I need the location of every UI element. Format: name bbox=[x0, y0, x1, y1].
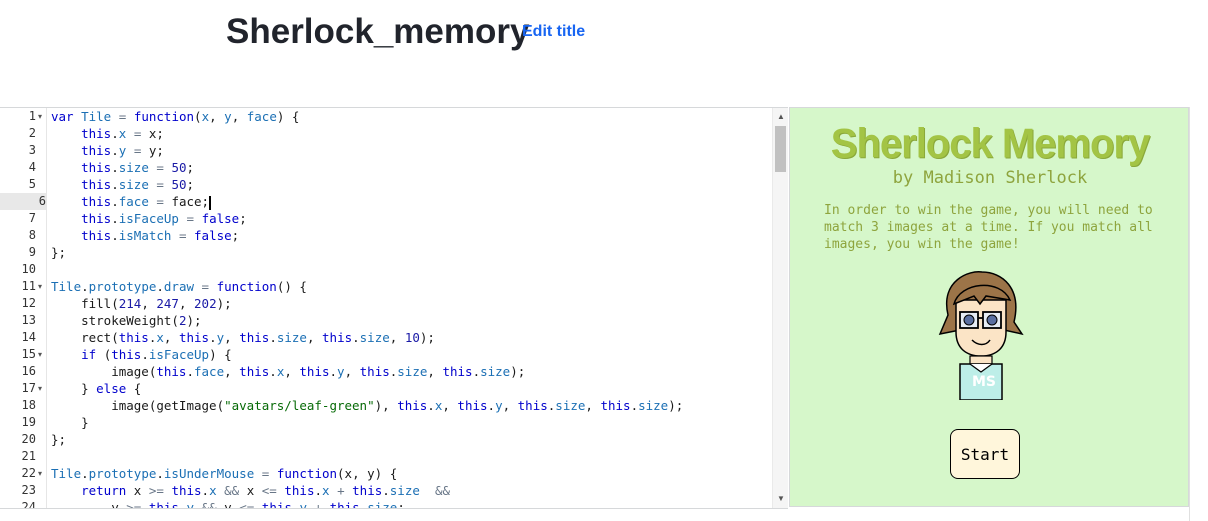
line-number: 19 bbox=[21, 415, 36, 429]
line-number: 23 bbox=[21, 483, 36, 497]
code-line[interactable]: y >= this.y && y <= this.y + this.size; bbox=[51, 499, 405, 508]
line-number: 6 bbox=[0, 193, 46, 210]
line-number: 16 bbox=[21, 364, 36, 378]
game-title: Sherlock Memory bbox=[830, 120, 1150, 168]
fold-arrow-icon[interactable]: ▾ bbox=[38, 465, 42, 482]
code-line[interactable]: this.face = face; bbox=[51, 193, 211, 210]
code-line[interactable]: } else { bbox=[51, 380, 141, 397]
line-number: 10 bbox=[21, 262, 36, 276]
code-line[interactable]: Tile.prototype.isUnderMouse = function(x… bbox=[51, 465, 397, 482]
line-number: 12 bbox=[21, 296, 36, 310]
line-number: 22 bbox=[21, 466, 36, 480]
line-number: 13 bbox=[21, 313, 36, 327]
line-number: 20 bbox=[21, 432, 36, 446]
code-line[interactable]: strokeWeight(2); bbox=[51, 312, 201, 329]
program-output-canvas[interactable]: Sherlock Memory by Madison Sherlock In o… bbox=[789, 107, 1189, 507]
code-area[interactable]: var Tile = function(x, y, face) { this.x… bbox=[46, 108, 770, 508]
code-line[interactable]: return x >= this.x && x <= this.x + this… bbox=[51, 482, 450, 499]
page-title: Sherlock_memory bbox=[226, 12, 530, 51]
header: Sherlock_memory Edit title bbox=[0, 0, 1208, 100]
game-subtitle: by Madison Sherlock bbox=[892, 168, 1088, 188]
line-number: 21 bbox=[21, 449, 36, 463]
divider bbox=[1189, 107, 1190, 521]
code-line[interactable]: image(this.face, this.x, this.y, this.si… bbox=[51, 363, 525, 380]
fold-arrow-icon[interactable]: ▾ bbox=[38, 108, 42, 125]
line-number-gutter: 1 ▾ 2 3 4 5 6 7 8 9 10 11 ▾ 12 13 14 15 ▾ 16 17 ▾ 18 19 20 21 22 ▾… bbox=[0, 108, 47, 508]
code-line[interactable]: rect(this.x, this.y, this.size, this.siz… bbox=[51, 329, 435, 346]
code-line[interactable]: } bbox=[51, 414, 89, 431]
code-line[interactable]: if (this.isFaceUp) { bbox=[51, 346, 232, 363]
line-number: 11 bbox=[21, 279, 36, 293]
line-number: 5 bbox=[28, 177, 36, 191]
code-line[interactable]: Tile.prototype.draw = function() { bbox=[51, 278, 307, 295]
scroll-down-arrow-icon[interactable]: ▼ bbox=[773, 492, 788, 506]
code-line[interactable]: this.isMatch = false; bbox=[51, 227, 239, 244]
edit-title-link[interactable]: Edit title bbox=[522, 23, 585, 41]
line-number: 7 bbox=[28, 211, 36, 225]
code-line[interactable]: this.y = y; bbox=[51, 142, 164, 159]
code-line[interactable]: this.size = 50; bbox=[51, 176, 194, 193]
fold-arrow-icon[interactable]: ▾ bbox=[38, 346, 42, 363]
line-number: 17 bbox=[21, 381, 36, 395]
code-line[interactable]: }; bbox=[51, 244, 66, 261]
code-line[interactable]: fill(214, 247, 202); bbox=[51, 295, 232, 312]
code-line[interactable]: }; bbox=[51, 431, 66, 448]
code-line[interactable]: var Tile = function(x, y, face) { bbox=[51, 108, 299, 125]
code-line[interactable]: this.isFaceUp = false; bbox=[51, 210, 247, 227]
code-line[interactable]: this.x = x; bbox=[51, 125, 164, 142]
line-number: 14 bbox=[21, 330, 36, 344]
fold-arrow-icon[interactable]: ▾ bbox=[38, 278, 42, 295]
code-editor[interactable]: 1 ▾ 2 3 4 5 6 7 8 9 10 11 ▾ 12 13 14 15 ▾ 16 17 ▾ 18 19 20 21 22 ▾… bbox=[0, 107, 788, 509]
line-number: 4 bbox=[28, 160, 36, 174]
line-number: 9 bbox=[28, 245, 36, 259]
line-number: 18 bbox=[21, 398, 36, 412]
avatar-shirt-initials: MS bbox=[971, 374, 996, 390]
line-number: 15 bbox=[21, 347, 36, 361]
start-button[interactable]: Start bbox=[950, 429, 1020, 479]
editor-scrollbar[interactable]: ▲ ▼ bbox=[772, 108, 788, 508]
code-line[interactable]: image(getImage("avatars/leaf-green"), th… bbox=[51, 397, 683, 414]
code-line[interactable]: this.size = 50; bbox=[51, 159, 194, 176]
scroll-thumb[interactable] bbox=[775, 126, 786, 172]
line-number: 2 bbox=[28, 126, 36, 140]
fold-arrow-icon[interactable]: ▾ bbox=[38, 380, 42, 397]
line-number: 8 bbox=[28, 228, 36, 242]
scroll-up-arrow-icon[interactable]: ▲ bbox=[773, 110, 788, 124]
game-description: In order to win the game, you will need … bbox=[824, 203, 1153, 252]
line-number: 3 bbox=[28, 143, 36, 157]
line-number: 24 bbox=[21, 500, 36, 509]
line-number: 1 bbox=[28, 109, 36, 123]
